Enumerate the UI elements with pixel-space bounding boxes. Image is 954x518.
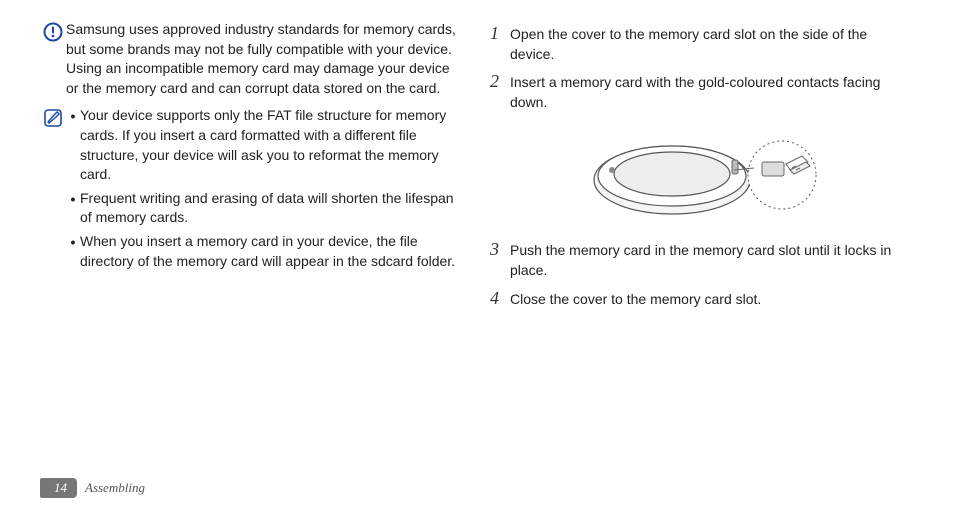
exclamation-icon	[40, 20, 66, 42]
notes-block: • Your device supports only the FAT file…	[40, 106, 464, 275]
list-item: • Frequent writing and erasing of data w…	[66, 189, 464, 228]
section-name: Assembling	[85, 480, 145, 496]
note-item-text: When you insert a memory card in your de…	[80, 232, 464, 271]
step-text: Close the cover to the memory card slot.	[510, 289, 914, 310]
list-item: • Your device supports only the FAT file…	[66, 106, 464, 184]
step-number: 3	[490, 240, 510, 260]
warning-block: Samsung uses approved industry standards…	[40, 20, 464, 98]
note-item-text: Frequent writing and erasing of data wil…	[80, 189, 464, 228]
page-footer: 14 Assembling	[40, 478, 145, 498]
step-number: 1	[490, 24, 510, 44]
bullet-icon: •	[66, 189, 80, 210]
step-text: Push the memory card in the memory card …	[510, 240, 914, 280]
list-item: • When you insert a memory card in your …	[66, 232, 464, 271]
note-item-text: Your device supports only the FAT file s…	[80, 106, 464, 184]
right-column: 1 Open the cover to the memory card slot…	[490, 20, 914, 317]
warning-text: Samsung uses approved industry standards…	[66, 20, 464, 98]
step-4: 4 Close the cover to the memory card slo…	[490, 289, 914, 310]
left-column: Samsung uses approved industry standards…	[40, 20, 464, 317]
bullet-icon: •	[66, 106, 80, 127]
step-number: 4	[490, 289, 510, 309]
bullet-icon: •	[66, 232, 80, 253]
step-text: Open the cover to the memory card slot o…	[510, 24, 914, 64]
note-icon	[40, 106, 66, 128]
page-number-badge: 14	[40, 478, 77, 498]
notes-list: • Your device supports only the FAT file…	[66, 106, 464, 275]
step-3: 3 Push the memory card in the memory car…	[490, 240, 914, 280]
step-2: 2 Insert a memory card with the gold-col…	[490, 72, 914, 112]
step-number: 2	[490, 72, 510, 92]
manual-page: Samsung uses approved industry standards…	[0, 0, 954, 518]
phone-memorycard-illustration	[490, 120, 914, 230]
step-text: Insert a memory card with the gold-colou…	[510, 72, 914, 112]
content-columns: Samsung uses approved industry standards…	[40, 20, 914, 317]
step-1: 1 Open the cover to the memory card slot…	[490, 24, 914, 64]
